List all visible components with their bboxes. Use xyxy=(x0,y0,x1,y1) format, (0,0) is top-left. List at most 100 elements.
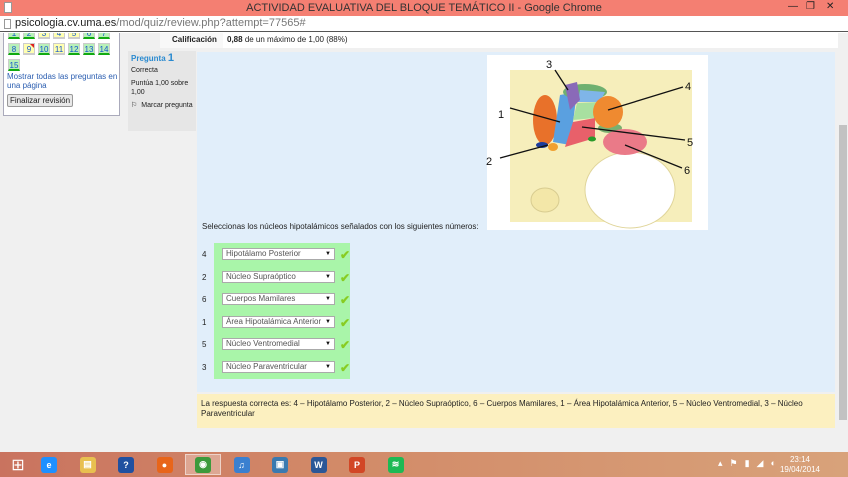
answer-select[interactable]: Núcleo Paraventricular ▼ xyxy=(222,360,335,373)
taskbar-chrome[interactable]: ◉ xyxy=(185,454,221,475)
remote-desktop-icon: ▣ xyxy=(272,456,288,473)
answer-row: 5 Núcleo Ventromedial ▼ ✔ xyxy=(202,338,350,352)
diagram-label: 6 xyxy=(684,165,690,177)
firefox-icon: ● xyxy=(156,456,173,473)
answer-row: 1 Área Hipotalámica Anterior ▼ ✔ xyxy=(202,315,350,330)
answer-row: 3 Núcleo Paraventricular ▼ ✔ xyxy=(202,360,350,375)
answer-number: 4 xyxy=(202,250,207,259)
answer-number: 5 xyxy=(202,340,207,349)
question-nav-11[interactable]: 11 xyxy=(53,43,65,55)
diagram-label: 2 xyxy=(486,156,492,168)
diagram-label: 5 xyxy=(687,137,693,149)
grade-row: Calificación 0,88 de un máximo de 1,00 (… xyxy=(160,33,838,48)
minimize-button[interactable]: — xyxy=(788,1,798,12)
question-nav-8[interactable]: 8 xyxy=(8,43,20,55)
dropdown-arrow-icon: ▼ xyxy=(325,296,331,302)
hypothalamus-diagram: 1 2 3 4 5 6 xyxy=(486,55,708,230)
question-prompt: Seleccionas los núcleos hipotalámicos se… xyxy=(202,222,479,231)
answer-number: 1 xyxy=(202,317,207,327)
help-icon: ? xyxy=(118,456,134,473)
file-explorer-icon: ▤ xyxy=(79,456,96,473)
flag-label: Marcar pregunta xyxy=(141,102,193,109)
question-nav-14[interactable]: 14 xyxy=(98,43,110,55)
diagram-label: 4 xyxy=(685,81,691,93)
answer-value: Área Hipotalámica Anterior xyxy=(226,316,322,326)
dropdown-arrow-icon: ▼ xyxy=(325,363,331,370)
taskbar-file-explorer[interactable]: ▤ xyxy=(70,454,106,475)
correct-answer-feedback: La respuesta correcta es: 4 – Hipotálamo… xyxy=(197,394,835,428)
question-info: Pregunta 1 Correcta Puntúa 1,00 sobre 1,… xyxy=(128,51,196,131)
question-nav-13[interactable]: 13 xyxy=(83,43,95,55)
answer-select[interactable]: Hipotálamo Posterior ▼ xyxy=(222,248,335,260)
taskbar-spotify[interactable]: ≋ xyxy=(378,454,414,475)
answer-select[interactable]: Área Hipotalámica Anterior ▼ xyxy=(222,315,335,328)
question-nav-12[interactable]: 12 xyxy=(68,43,80,55)
word-icon: W xyxy=(310,456,327,473)
question-score: Puntúa 1,00 sobre 1,00 xyxy=(131,80,189,96)
clock[interactable]: 23:14 19/04/2014 xyxy=(780,455,820,475)
taskbar-word[interactable]: W xyxy=(301,454,337,475)
question-nav-1[interactable]: 1 xyxy=(8,33,20,39)
address-bar[interactable]: psicologia.cv.uma.es/mod/quiz/review.php… xyxy=(0,16,848,32)
powerpoint-icon: P xyxy=(349,456,365,473)
question-label: Pregunta xyxy=(131,54,166,63)
answers-panel xyxy=(214,243,350,379)
answer-number: 3 xyxy=(202,362,207,372)
check-icon: ✔ xyxy=(340,360,351,375)
taskbar: ⊞ e ▤? ● ◉ ♫ ▣ W P ≋ ▴⚑▮◢◐ 23:14 19/04/2014 xyxy=(0,452,848,477)
check-icon: ✔ xyxy=(340,293,351,307)
grade-label: Calificación xyxy=(172,35,217,44)
tray-icons[interactable]: ▴⚑▮◢◐ xyxy=(718,458,783,469)
question-num: 1 xyxy=(167,52,175,64)
check-icon: ✔ xyxy=(340,315,351,330)
dropdown-arrow-icon: ▼ xyxy=(325,251,331,257)
internet-explorer-icon: e xyxy=(41,456,57,473)
question-nav-9[interactable]: 9 xyxy=(23,43,35,55)
question-nav-3[interactable]: 3 xyxy=(38,33,50,39)
taskbar-firefox[interactable]: ● xyxy=(147,454,183,475)
grade-detail: de un máximo de 1,00 (88%) xyxy=(244,35,348,44)
answer-select[interactable]: Cuerpos Mamilares ▼ xyxy=(222,293,335,305)
quiz-navigation: 1 2 3 4 5 6 7 8 9 10 11 12 13 14 15 Mostrar todas las … xyxy=(3,33,120,116)
grade-score: 0,88 xyxy=(227,35,243,44)
question-nav-6[interactable]: 6 xyxy=(83,33,95,39)
clock-date: 19/04/2014 xyxy=(779,465,820,474)
spotify-icon: ≋ xyxy=(387,456,404,473)
question-nav-7[interactable]: 7 xyxy=(98,33,110,39)
question-nav-2[interactable]: 2 xyxy=(23,33,35,39)
question-nav-4[interactable]: 4 xyxy=(53,33,65,39)
diagram-label: 1 xyxy=(498,109,504,121)
restore-button[interactable]: ❐ xyxy=(806,1,815,12)
flag-marker-icon xyxy=(30,44,34,48)
question-number: Pregunta 1 xyxy=(131,52,193,64)
page-icon xyxy=(4,19,11,29)
answer-select[interactable]: Núcleo Ventromedial ▼ xyxy=(222,338,335,350)
taskbar-powerpoint[interactable]: P xyxy=(339,454,375,475)
taskbar-itunes[interactable]: ♫ xyxy=(224,454,260,475)
answer-select[interactable]: Núcleo Supraóptico ▼ xyxy=(222,270,335,283)
question-nav-5[interactable]: 5 xyxy=(68,33,80,39)
url-path: /mod/quiz/review.php?attempt=77565# xyxy=(116,17,306,29)
scrollbar-thumb[interactable] xyxy=(839,125,847,420)
question-nav-10[interactable]: 10 xyxy=(38,43,50,55)
question-nav-15[interactable]: 15 xyxy=(8,59,20,71)
check-icon: ✔ xyxy=(340,270,351,285)
grade-value: 0,88 de un máximo de 1,00 (88%) xyxy=(223,33,838,48)
answer-value: Hipotálamo Posterior xyxy=(226,249,301,258)
show-all-link[interactable]: Mostrar todas las preguntas en una págin… xyxy=(7,72,119,90)
question-content: 1 2 3 4 5 6 Seleccionas los núcleos hipo… xyxy=(197,52,835,392)
taskbar-internet-explorer[interactable]: e xyxy=(31,454,67,475)
flag-icon: ⚐ xyxy=(131,102,138,109)
finish-review-button[interactable]: Finalizar revisión xyxy=(7,94,74,107)
taskbar-help[interactable]: ? xyxy=(108,454,144,475)
answer-number: 2 xyxy=(202,272,207,282)
url-text[interactable]: psicologia.cv.uma.es/mod/quiz/review.php… xyxy=(15,17,306,29)
flag-question[interactable]: ⚐ Marcar pregunta xyxy=(131,101,193,110)
chrome-icon: ◉ xyxy=(195,456,211,473)
page-content: 1 2 3 4 5 6 7 8 9 10 11 12 13 14 15 Mostrar todas las … xyxy=(0,33,838,452)
answer-row: 6 Cuerpos Mamilares ▼ ✔ xyxy=(202,293,350,307)
close-button[interactable]: ✕ xyxy=(826,1,834,12)
taskbar-remote-desktop[interactable]: ▣ xyxy=(262,454,298,475)
check-icon: ✔ xyxy=(340,338,351,352)
question-state: Correcta xyxy=(131,67,158,74)
